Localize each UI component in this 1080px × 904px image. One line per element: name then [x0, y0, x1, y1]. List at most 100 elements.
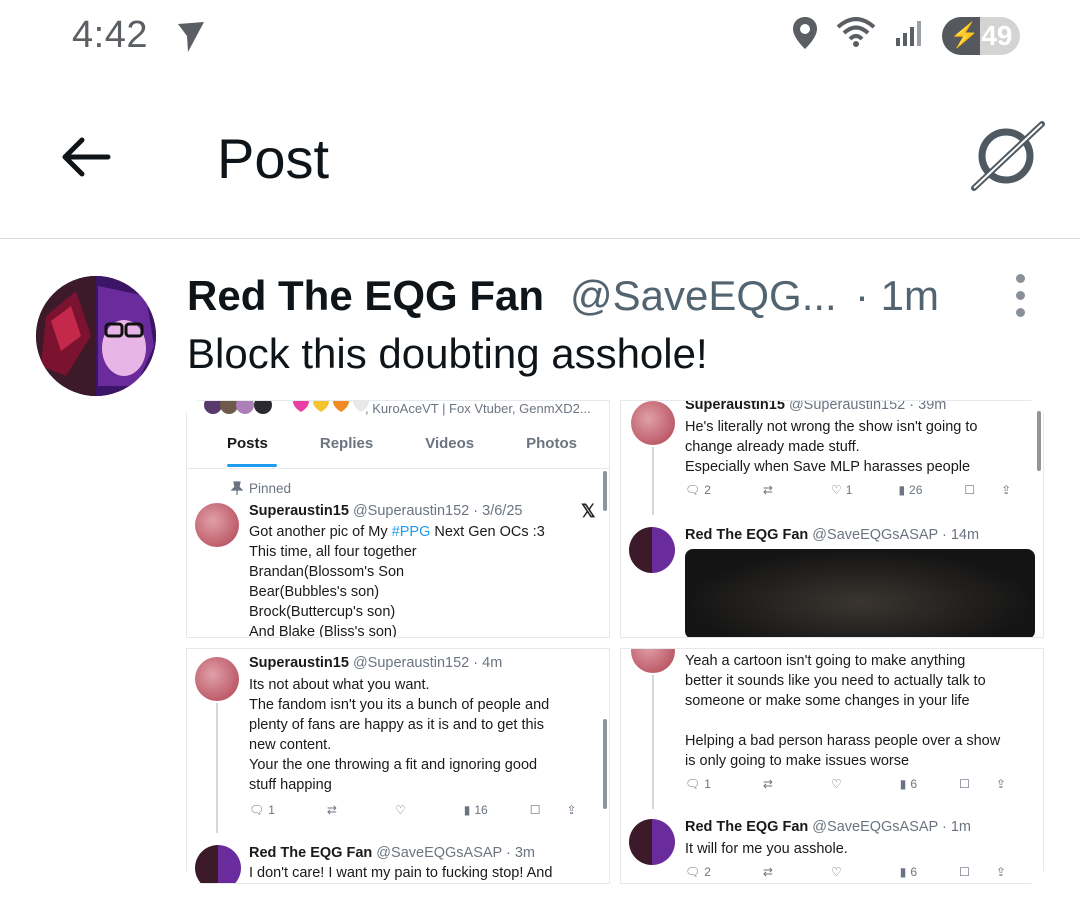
tab-videos: Videos	[425, 435, 475, 452]
tweet-line-2: better it sounds like you need to actual…	[685, 673, 986, 689]
superaustin-avatar	[631, 401, 675, 445]
tweet-actions: 🗨 2 ⇄ ♡ 1 ▮ 26 ☐ ⇪	[685, 483, 1011, 497]
tweet-line-4: Bear(Bubbles's son)	[249, 584, 380, 600]
back-arrow-icon[interactable]	[58, 130, 112, 189]
tweet-author-handle: @Superaustin152 · 39m	[788, 400, 947, 413]
cell-signal-icon	[894, 18, 924, 53]
tab-posts: Posts	[227, 435, 268, 452]
tweet-line-1: Its not about what you want.	[249, 677, 430, 693]
tweet-author: Superaustin15 @Superaustin152 · 4m	[249, 653, 502, 674]
author-handle[interactable]: @SaveEQG...	[570, 272, 837, 320]
image-top-left[interactable]: , KuroAceVT | Fox Vtuber, GenmXD2... Pos…	[186, 400, 610, 638]
tweet-line-6: It will for me you asshole.	[685, 841, 848, 857]
tweet-author: Superaustin15 @Superaustin152 · 3/6/25	[249, 501, 522, 522]
like-icon: ♡	[830, 483, 842, 497]
like-icon: ♡	[394, 803, 406, 817]
red-eqg-avatar	[629, 819, 675, 865]
scrollbar	[1037, 411, 1041, 471]
tweet-author-2: Red The EQG Fan @SaveEQGsASAP · 1m	[685, 817, 971, 838]
tweet-line-2: This time, all four together	[249, 544, 417, 560]
views-icon: ▮	[463, 803, 471, 817]
tweet-author-handle: @Superaustin152 · 4m	[352, 655, 503, 671]
tweet-author-2: Red The EQG Fan @SaveEQGsASAP · 14m	[685, 525, 979, 546]
location-icon	[792, 16, 818, 55]
profile-header-text: , KuroAceVT | Fox Vtuber, GenmXD2...	[365, 401, 591, 416]
superaustin-avatar	[195, 657, 239, 701]
tweet-author-name: Superaustin15	[249, 655, 349, 671]
image-top-right[interactable]: Superaustin15 @Superaustin152 · 39m He's…	[620, 400, 1044, 638]
tweet-actions: 🗨 1 ⇄ ♡ ▮ 6 ☐ ⇪	[685, 777, 1006, 791]
reply-icon: 🗨	[685, 777, 701, 791]
tweet-line-2: change already made stuff.	[685, 439, 860, 455]
tweet-line-5: is only going to make issues worse	[685, 753, 910, 769]
tweet-line-1-suffix: Next Gen OCs :3	[430, 524, 545, 540]
tweet-author-handle: @Superaustin152 · 3/6/25	[352, 503, 523, 519]
tabs-divider	[187, 468, 609, 469]
tweet-line-1-prefix: Got another pic of My	[249, 524, 392, 540]
tweet-actions: 🗨 1 ⇄ ♡ ▮ 16 ☐ ⇪	[249, 803, 577, 817]
tweet-author-name-2: Red The EQG Fan	[685, 527, 809, 543]
grok-icon[interactable]	[968, 118, 1048, 199]
tab-photos: Photos	[526, 435, 577, 452]
repost-icon: ⇄	[326, 803, 337, 817]
media-grid[interactable]: , KuroAceVT | Fox Vtuber, GenmXD2... Pos…	[186, 400, 1044, 884]
tweet-line-3: Especially when Save MLP harasses people	[685, 459, 971, 475]
battery-indicator: ⚡ 49	[942, 16, 1020, 55]
reply-count: 1	[704, 777, 711, 791]
reply-icon: 🗨	[249, 803, 265, 817]
bookmark-icon: ☐	[959, 865, 970, 879]
scrollbar	[603, 719, 607, 809]
red-eqg-avatar	[195, 845, 241, 883]
share-icon: ⇪	[1001, 483, 1012, 497]
bookmark-icon: ☐	[964, 483, 976, 497]
image-bottom-left[interactable]: Superaustin15 @Superaustin152 · 4m Its n…	[186, 648, 610, 884]
tweet-author-handle-2: @SaveEQGsASAP · 1m	[812, 819, 971, 835]
profile-tabs: Posts Replies Videos Photos	[227, 435, 609, 452]
post-time: · 1m	[855, 272, 939, 319]
hashtag-ppg: #PPG	[391, 524, 431, 540]
post-text: Block this doubting asshole!	[187, 330, 708, 377]
tweet-line-6: And Blake (Bliss's son)	[249, 624, 397, 638]
battery-percent: 49	[981, 19, 1013, 51]
repost-icon: ⇄	[762, 865, 773, 879]
thread-line	[652, 675, 654, 809]
like-icon: ♡	[830, 777, 842, 791]
views-count: 26	[909, 483, 923, 497]
navigation-arrow-icon	[176, 20, 206, 59]
pinned-label: Pinned	[249, 481, 292, 496]
tweet-line-1: He's literally not wrong the show isn't …	[685, 419, 978, 435]
tweet-line-3: Brandan(Blossom's Son	[249, 564, 405, 580]
views-count: 16	[474, 803, 488, 817]
tweet-author: Superaustin15 @Superaustin152 · 39m	[685, 400, 947, 416]
tweet-line-1: Yeah a cartoon isn't going to make anyth…	[685, 653, 966, 669]
more-options-icon[interactable]	[1008, 274, 1032, 317]
reply-count: 2	[704, 483, 711, 497]
reply-count-2: 2	[704, 865, 711, 879]
tab-replies: Replies	[319, 435, 374, 452]
repost-icon: ⇄	[762, 777, 773, 791]
views-icon: ▮	[899, 865, 907, 879]
views-count: 6	[910, 777, 918, 791]
header-divider	[0, 238, 1080, 239]
scrollbar	[603, 471, 607, 511]
tweet-line-7: I don't care! I want my pain to fucking …	[249, 865, 553, 881]
image-bottom-right[interactable]: Yeah a cartoon isn't going to make anyth…	[620, 648, 1044, 884]
tweet-line-3: plenty of fans are happy as it is and to…	[249, 717, 545, 733]
status-time: 4:42	[72, 14, 148, 56]
repost-icon: ⇄	[762, 483, 773, 497]
tweet-author-handle-2: @SaveEQGsASAP · 3m	[376, 845, 535, 861]
author-name[interactable]: Red The EQG Fan	[187, 272, 544, 320]
tweet-author-name-2: Red The EQG Fan	[249, 845, 373, 861]
like-count: 1	[845, 483, 853, 497]
tweet-author-name: Superaustin15	[685, 400, 785, 413]
reply-icon: 🗨	[685, 483, 701, 497]
thread-line	[216, 703, 218, 833]
embedded-video-thumbnail	[685, 549, 1035, 637]
superaustin-avatar	[195, 503, 239, 547]
tweet-author-2: Red The EQG Fan @SaveEQGsASAP · 3m	[249, 843, 535, 864]
superaustin-avatar	[631, 649, 675, 673]
author-avatar[interactable]	[36, 276, 156, 396]
share-icon: ⇪	[995, 865, 1006, 879]
charging-bolt-icon: ⚡	[949, 22, 980, 49]
tweet-author-handle-2: @SaveEQGsASAP · 14m	[812, 527, 980, 543]
